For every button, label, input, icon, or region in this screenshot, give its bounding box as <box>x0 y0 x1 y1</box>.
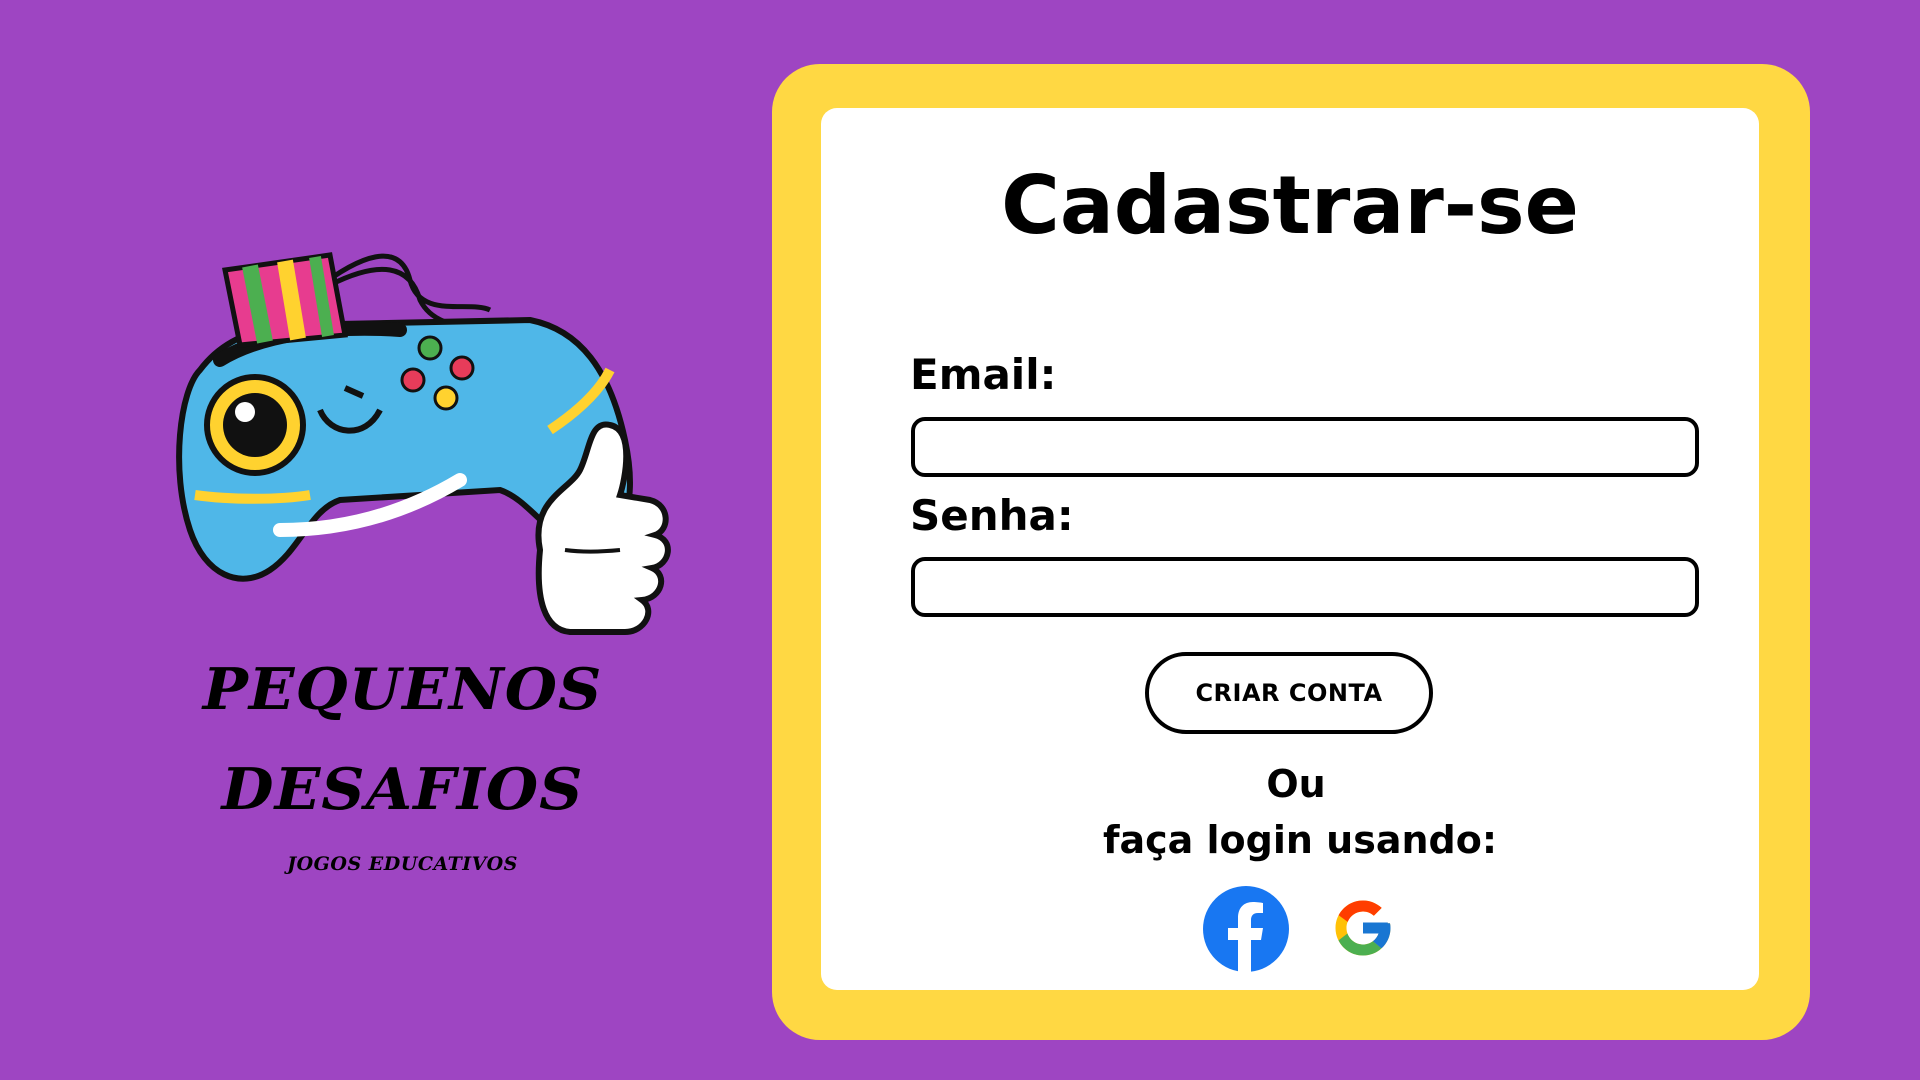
page-title: Cadastrar-se <box>1001 159 1579 252</box>
gamepad-mascot-icon <box>176 252 671 635</box>
google-icon <box>1335 900 1391 956</box>
brand-name-line1: PEQUENOS <box>202 656 603 724</box>
or-text: Ou <box>1266 762 1326 806</box>
create-account-button[interactable]: CRIAR CONTA <box>1145 652 1433 734</box>
social-login-prompt: faça login usando: <box>1102 818 1498 862</box>
google-login-button[interactable] <box>1330 895 1396 961</box>
facebook-login-button[interactable] <box>1203 886 1289 972</box>
facebook-icon <box>1203 886 1289 972</box>
brand-tagline: JOGOS EDUCATIVOS <box>287 853 518 875</box>
password-label: Senha: <box>910 491 1074 540</box>
email-label: Email: <box>910 350 1057 399</box>
password-field[interactable] <box>911 557 1699 617</box>
brand-name-line2: DESAFIOS <box>221 756 584 824</box>
email-field[interactable] <box>911 417 1699 477</box>
